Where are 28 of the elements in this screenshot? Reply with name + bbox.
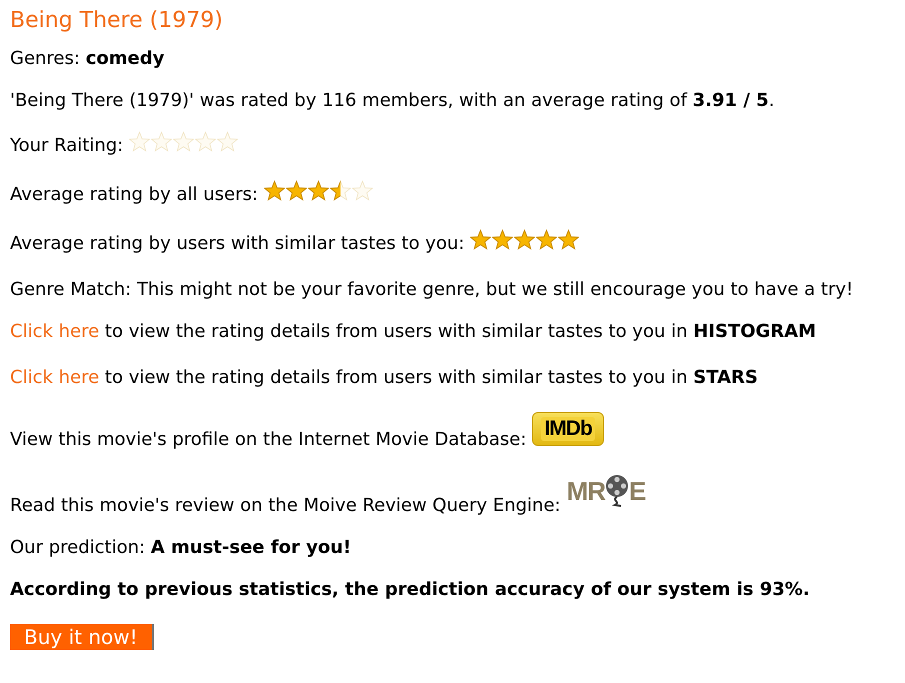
filled-star-icon [286, 180, 307, 201]
mrqe-text: Read this movie's review on the Moive Review Query Engine: [10, 495, 561, 516]
buy-button[interactable]: Buy it now! [10, 624, 154, 650]
filled-star-icon [264, 180, 285, 201]
filled-star-icon [558, 229, 580, 250]
film-reel-icon [605, 474, 630, 508]
rating-label: Average rating by all users: [10, 184, 258, 205]
info-text: Our prediction: A must-see for you! [10, 537, 352, 558]
click-here-link[interactable]: Click here [10, 367, 100, 388]
half-star-icon [330, 180, 351, 201]
filled-star-icon [514, 229, 536, 250]
filled-star-icon [492, 229, 514, 250]
mrqe-logo[interactable]: MR E [566, 474, 646, 508]
movie-title: Being There (1979) [10, 8, 224, 33]
rating-label: Your Raiting: [10, 135, 124, 156]
imdb-text: View this movie's profile on the Internet Movie Database: [10, 429, 526, 450]
details-text: Click here to view the rating details from users with similar tastes to you in HISTOGRAM [10, 321, 816, 342]
filled-star-icon [536, 229, 558, 250]
info-text: Genre Match: This might not be your favorite genre, but we still encourage you to have a try! [10, 279, 854, 300]
accuracy-text: According to previous statistics, the prediction accuracy of our system is 93%. [10, 579, 810, 600]
info-text: 'Being There (1979)' was rated by 116 members, with an average rating of 3.91 / 5. [10, 90, 774, 111]
rating-label: Average rating by users with similar tastes to you: [10, 233, 464, 254]
filled-star-icon [470, 229, 492, 250]
details-text: Click here to view the rating details from users with similar tastes to you in STARS [10, 367, 758, 388]
click-here-link[interactable]: Click here [10, 321, 100, 342]
info-text: Genres: comedy [10, 48, 164, 69]
imdb-logo[interactable]: IMDb [532, 412, 604, 446]
filled-star-icon [308, 180, 329, 201]
